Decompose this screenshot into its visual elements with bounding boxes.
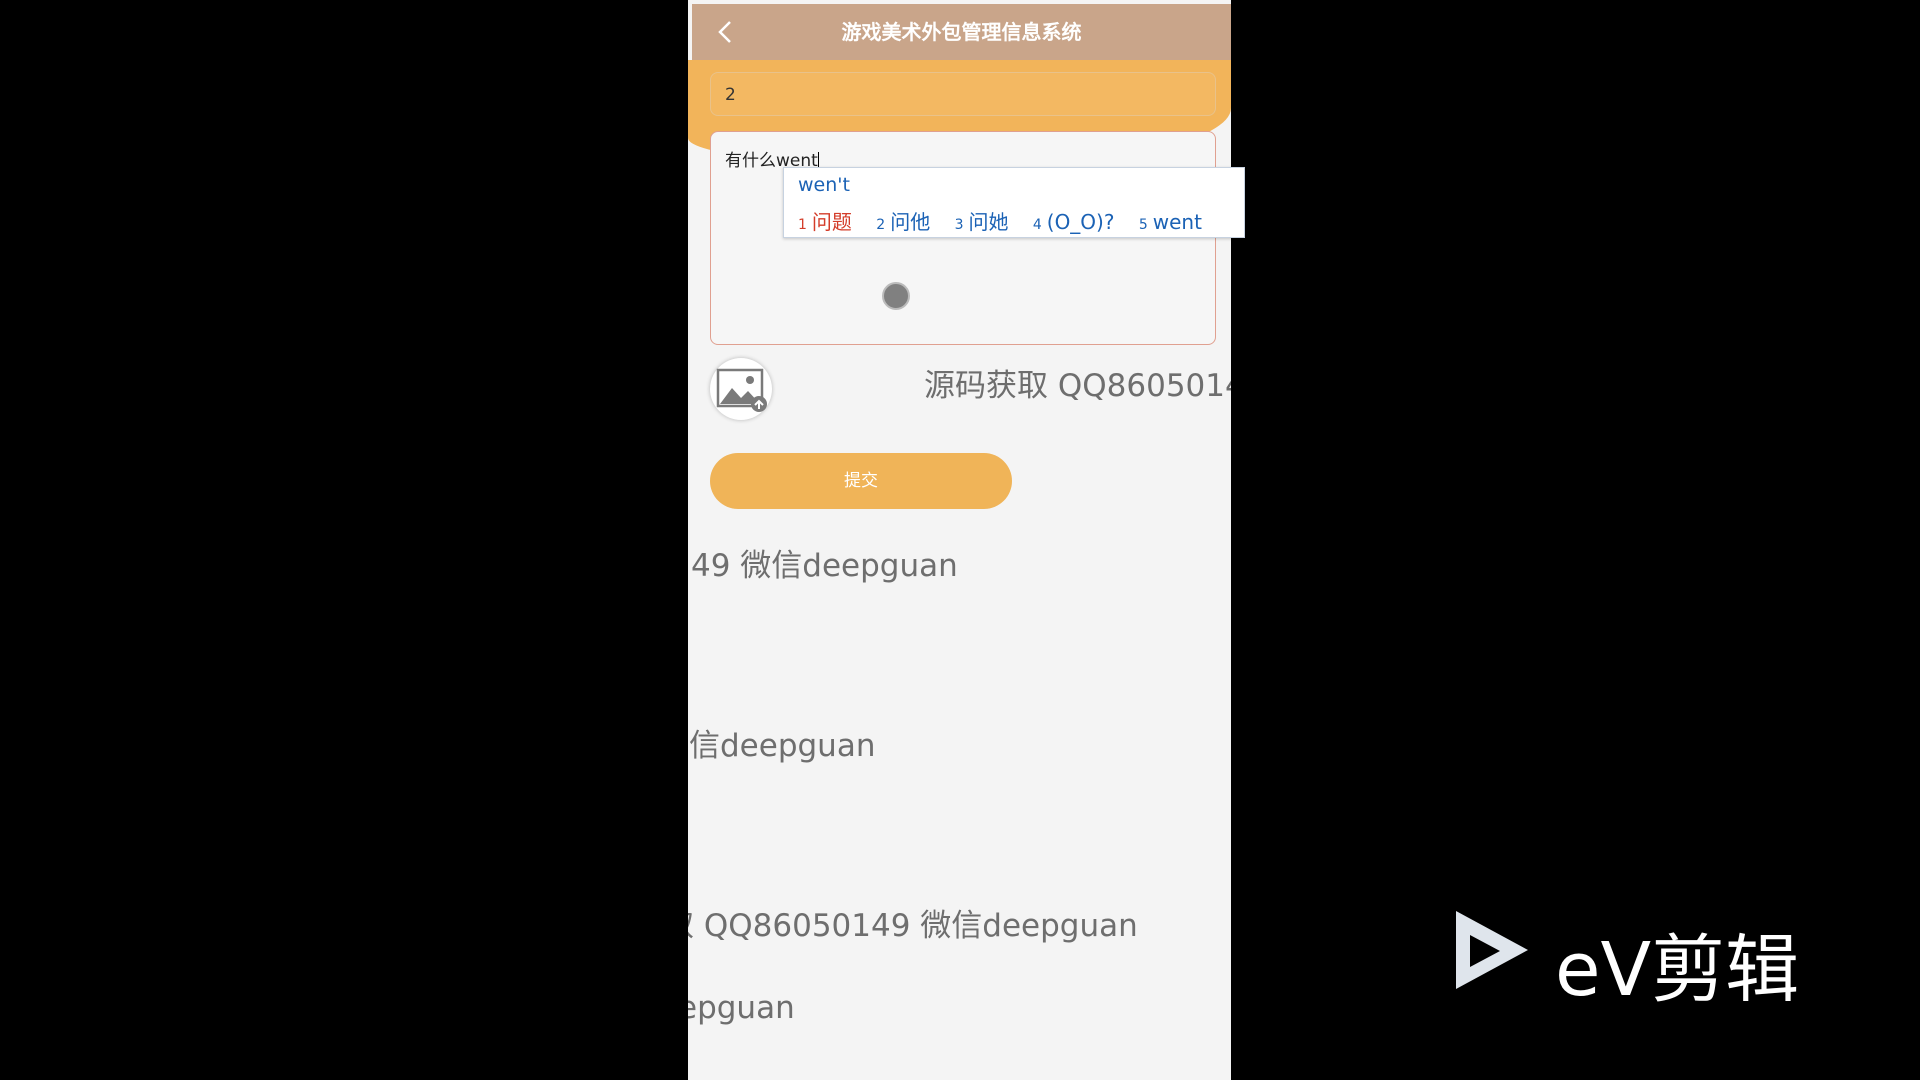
page-title: 游戏美术外包管理信息系统 [841,20,1082,44]
ime-candidate-list: 1 问题 2 问他 3 问她 4 (O_O)? 5 went [798,206,1220,235]
ime-candidate[interactable]: 4 (O_O)? [1033,210,1115,234]
input-field-1[interactable]: 2 [710,72,1216,116]
watermark-text: 49 微信deepguan [691,548,958,584]
image-upload-icon [716,368,767,412]
ime-candidate[interactable]: 5 went [1139,210,1202,234]
phone-screen: 游戏美术外包管理信息系统 2 有什么went 提交 源码获取 QQ8605014… [688,0,1231,1080]
app-header: 游戏美术外包管理信息系统 [692,4,1231,60]
watermark-text: 微信deepguan [688,728,876,764]
content-textarea[interactable]: 有什么went [710,131,1216,345]
input-field-1-value: 2 [725,85,736,105]
watermark-text: epguan [688,990,795,1026]
ev-logo-text: eV剪辑 [1555,927,1800,1013]
watermark-text: 源码获取 QQ86050149 [924,368,1231,404]
ime-candidate[interactable]: 1 问题 [798,210,852,234]
image-upload-button[interactable] [710,358,772,420]
touch-indicator [882,282,910,310]
ime-composition: wen't [798,174,850,196]
ime-candidate[interactable]: 3 问她 [955,210,1009,234]
watermark-text: 取 QQ86050149 微信deepguan [688,908,1138,944]
submit-button[interactable]: 提交 [710,453,1012,509]
ev-play-logo-icon [1456,911,1528,989]
ime-candidate[interactable]: 2 问他 [876,210,930,234]
ime-candidate-window: wen't 1 问题 2 问他 3 问她 4 (O_O)? 5 went [783,167,1245,238]
